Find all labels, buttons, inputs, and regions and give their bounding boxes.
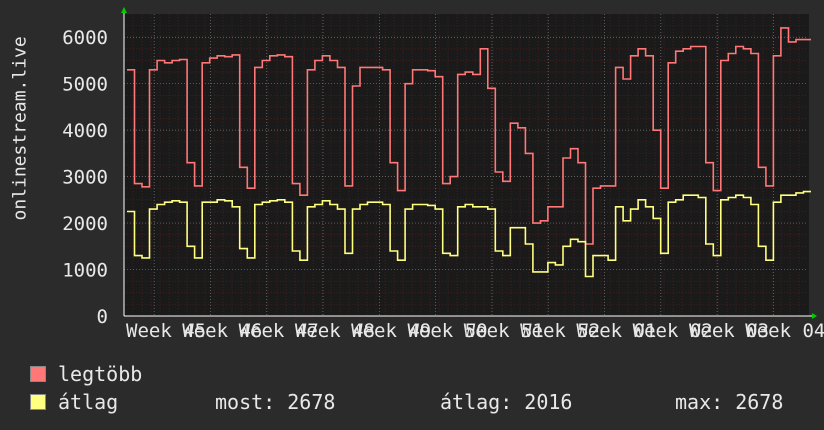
legend-swatch [30,366,46,382]
legend-label: legtöbb [58,362,143,386]
y-tick-label: 1000 [62,260,108,282]
x-tick-labels: Week 45Week 46Week 47Week 48Week 49Week … [126,320,824,342]
legend-swatch [30,394,46,410]
stat-max: max: 2678 [675,390,784,414]
stat-atlag: átlag: 2016 [440,390,573,414]
y-tick-labels: 0 1000 2000 3000 4000 5000 6000 [62,27,108,328]
x-axis-arrow-icon [812,313,817,319]
legend-item-legtobb: legtöbb [30,362,142,386]
stat-most: most: 2678 [215,390,336,414]
legend-item-atlag: átlag [30,390,118,414]
y-axis-label: onlinestream.live [9,36,31,221]
y-tick-label: 4000 [62,120,108,142]
legend-label: átlag [58,390,119,414]
y-tick-label: 3000 [62,167,108,189]
y-tick-label: 6000 [62,27,108,49]
y-tick-label: 5000 [62,74,108,96]
x-tick-label: Week 04 [745,320,824,342]
y-axis-arrow-icon [121,7,127,13]
y-tick-label: 2000 [62,213,108,235]
y-tick-label: 0 [97,306,108,328]
